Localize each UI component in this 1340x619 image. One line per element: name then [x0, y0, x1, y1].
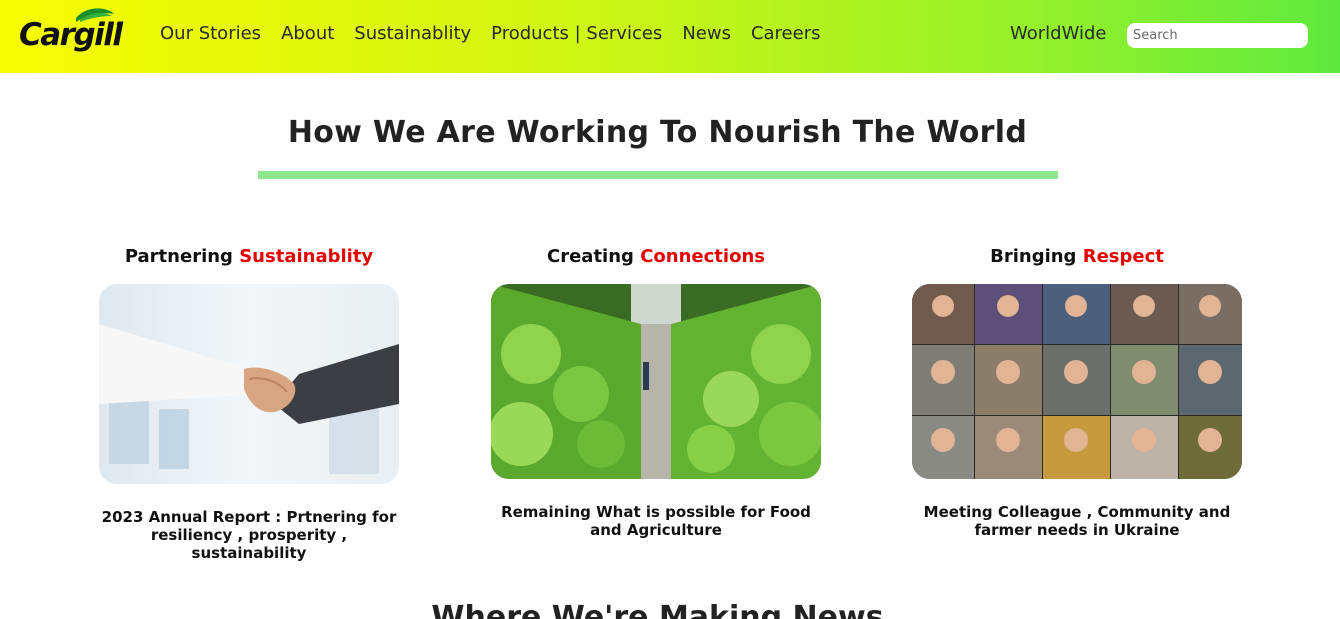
logo-wordmark: Cargill [19, 17, 123, 53]
nav-products-services[interactable]: Products | Services [491, 22, 662, 48]
nav-our-stories[interactable]: Our Stories [160, 22, 261, 48]
handshake-photo[interactable] [99, 284, 399, 484]
card-heading-connections: Creating Connections [491, 246, 821, 267]
nav-about[interactable]: About [281, 22, 334, 48]
worldwide-link[interactable]: WorldWide [1010, 22, 1107, 46]
video-call-hearts-photo[interactable] [912, 284, 1242, 479]
nav-sustainability[interactable]: Sustainablity [354, 22, 471, 48]
card-heading-respect: Bringing Respect [912, 246, 1242, 267]
cargill-logo[interactable]: Cargill [18, 8, 128, 58]
card-heading-accent: Respect [1082, 246, 1164, 267]
vertical-farm-photo[interactable] [491, 284, 821, 479]
card-heading-plain: Creating [547, 246, 634, 267]
nav-careers[interactable]: Careers [751, 22, 821, 48]
title-underline [258, 171, 1058, 179]
card-heading-plain: Partnering [124, 246, 233, 267]
site-header: Cargill Our Stories About Sustainablity … [0, 0, 1340, 73]
news-section-title: Where We're Making News [431, 600, 884, 619]
page-title: How We Are Working To Nourish The World [287, 115, 1028, 150]
card-heading-plain: Bringing [990, 246, 1077, 267]
card-heading-accent: Sustainablity [239, 246, 374, 267]
main-nav: Our Stories About Sustainablity Products… [160, 22, 840, 48]
card-caption-food-agriculture[interactable]: Remaining What is possible for Food and … [491, 503, 821, 539]
nav-news[interactable]: News [682, 22, 731, 48]
search-input[interactable] [1127, 23, 1308, 48]
card-caption-ukraine[interactable]: Meeting Colleague , Community and farmer… [912, 503, 1242, 539]
card-heading-accent: Connections [640, 246, 765, 267]
card-caption-annual-report[interactable]: 2023 Annual Report : Prtnering for resil… [99, 508, 399, 562]
card-heading-sustainability: Partnering Sustainablity [99, 246, 399, 267]
